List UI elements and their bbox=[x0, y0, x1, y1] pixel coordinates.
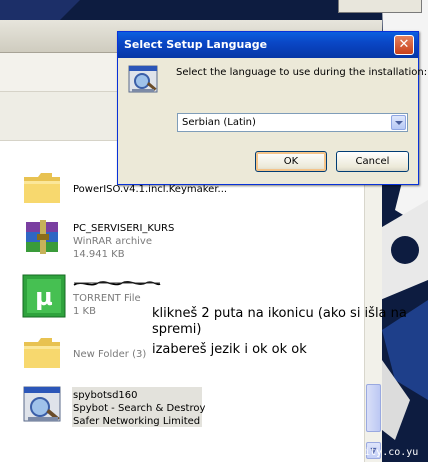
scribbled-out-name bbox=[73, 281, 161, 286]
file-item-pc-serviseri-kurs[interactable]: PC_SERVISERI_KURS WinRAR archive 14.941 … bbox=[22, 216, 342, 262]
watermark: www.mycity.co.yu bbox=[322, 447, 419, 458]
spybot-installer-icon bbox=[23, 386, 61, 422]
file-name: spybotsd160 bbox=[73, 390, 138, 401]
file-name: PC_SERVISERI_KURS bbox=[73, 223, 175, 234]
dialog-message: Select the language to use during the in… bbox=[176, 67, 428, 78]
file-size: 1 KB bbox=[73, 306, 96, 317]
select-setup-language-dialog: Select Setup Language ✕ Select the langu… bbox=[117, 31, 427, 185]
file-size: 14.941 KB bbox=[73, 249, 125, 260]
file-type: Spybot - Search & Destroy bbox=[73, 403, 206, 414]
file-item-spybot[interactable]: spybotsd160 Spybot - Search & Destroy Sa… bbox=[22, 383, 342, 429]
svg-text:µ: µ bbox=[35, 283, 53, 311]
annotation-line-3: izabereš jezik i ok ok ok bbox=[152, 342, 307, 357]
file-company: Safer Networking Limited bbox=[73, 416, 201, 427]
ok-button[interactable]: OK bbox=[255, 151, 327, 172]
dialog-title: Select Setup Language bbox=[124, 38, 268, 51]
close-icon[interactable]: ✕ bbox=[394, 35, 414, 55]
language-select-value: Serbian (Latin) bbox=[182, 117, 256, 128]
background-window-edge bbox=[338, 0, 422, 13]
cancel-button[interactable]: Cancel bbox=[336, 151, 409, 172]
dialog-title-bar[interactable]: Select Setup Language ✕ bbox=[118, 32, 418, 58]
utorrent-icon: µ bbox=[22, 274, 66, 318]
annotation-line-2: spremi) bbox=[152, 322, 202, 337]
language-select[interactable]: Serbian (Latin) bbox=[177, 113, 408, 132]
setup-installer-icon bbox=[128, 65, 158, 93]
folder-icon bbox=[24, 338, 60, 368]
vertical-scrollbar[interactable]: ▼ bbox=[364, 140, 382, 462]
file-type: WinRAR archive bbox=[73, 236, 152, 247]
file-name: New Folder (3) bbox=[73, 349, 147, 360]
winrar-archive-icon bbox=[26, 220, 58, 254]
scrollbar-thumb[interactable] bbox=[366, 384, 381, 432]
file-type: TORRENT File bbox=[73, 293, 141, 304]
folder-icon bbox=[24, 173, 60, 203]
annotation-line-1: klikneš 2 puta na ikonicu (ako si išla n… bbox=[152, 306, 407, 321]
chevron-down-icon[interactable] bbox=[391, 115, 406, 130]
